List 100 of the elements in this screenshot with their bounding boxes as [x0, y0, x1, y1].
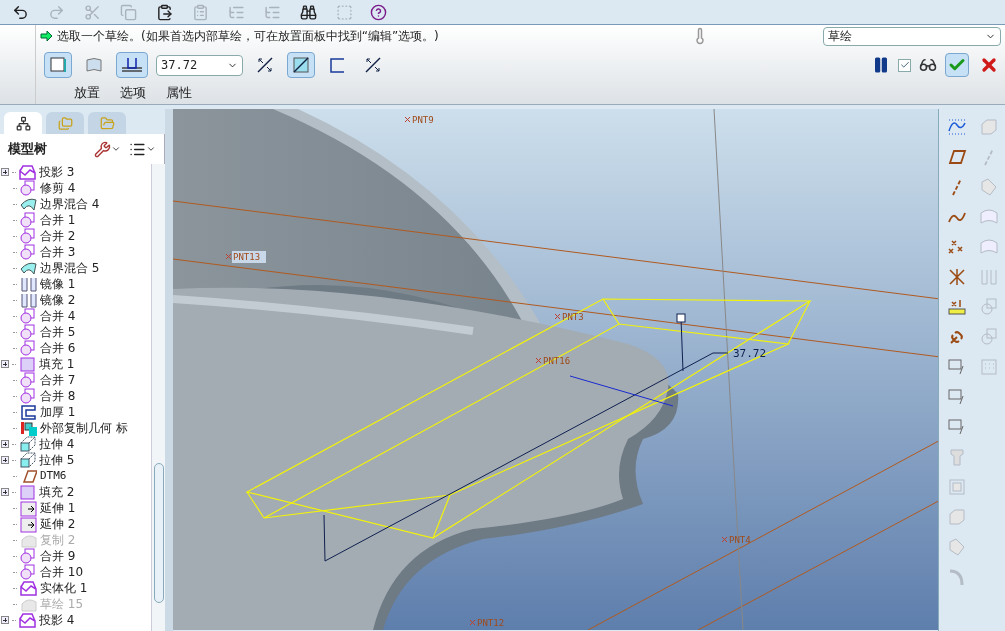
- tree-item[interactable]: 延伸 2: [0, 516, 151, 532]
- merge-feature-icon: [20, 387, 37, 405]
- thicken-icon: [328, 56, 346, 74]
- copy-geom-feature-icon: [20, 419, 37, 437]
- project-feature-icon: [19, 164, 36, 181]
- solid-toggle-button[interactable]: [44, 52, 72, 78]
- tree-item[interactable]: 合并 1: [0, 212, 151, 228]
- mirror-feature-icon: [20, 291, 37, 309]
- expand-icon[interactable]: [1, 360, 9, 368]
- help-icon: [369, 3, 387, 21]
- redo-icon: [47, 3, 65, 21]
- tree-item[interactable]: 延伸 1: [0, 500, 151, 516]
- settings-icon[interactable]: [94, 140, 111, 158]
- merge-feature-icon: [20, 243, 37, 261]
- analysis-icon: [947, 297, 967, 317]
- tree-item[interactable]: 边界混合 4: [0, 196, 151, 212]
- prompt-message: 选取一个草绘。(如果首选内部草绘，可在放置面板中找到“编辑”选项。): [57, 28, 439, 45]
- panel-tab[interactable]: 选项: [120, 83, 146, 103]
- expand-icon[interactable]: [1, 168, 9, 176]
- tree-item[interactable]: 合并 7: [0, 372, 151, 388]
- tree-item[interactable]: 合并 6: [0, 340, 151, 356]
- plane-icon: [947, 147, 967, 167]
- confirm-button[interactable]: [945, 53, 969, 77]
- merge-feature-icon: [20, 307, 37, 325]
- check-icon: [899, 60, 910, 70]
- tree-item[interactable]: 投影 3: [0, 164, 151, 180]
- tree-item[interactable]: 边界混合 5: [0, 260, 151, 276]
- surface-icon: [85, 56, 103, 74]
- depth-field[interactable]: 37.72: [156, 54, 243, 76]
- merge-feature-icon: [20, 339, 37, 357]
- curve-icon: [947, 117, 967, 137]
- close-icon: [979, 55, 999, 75]
- dropdown-caret-icon[interactable]: [146, 144, 156, 154]
- mirror-icon: [979, 267, 999, 287]
- depth-toggle-button[interactable]: [116, 52, 148, 78]
- csys-icon: [947, 267, 967, 287]
- flip-icon: [364, 56, 382, 74]
- flip-icon: [256, 56, 274, 74]
- tree-item[interactable]: 合并 5: [0, 324, 151, 340]
- expand-icon[interactable]: [1, 440, 9, 448]
- find-icon: [299, 3, 317, 21]
- shell-icon: [947, 477, 967, 497]
- tree-item[interactable]: 合并 2: [0, 228, 151, 244]
- paste-icon: [155, 3, 173, 21]
- tree-item[interactable]: 加厚 1: [0, 404, 151, 420]
- dropdown-caret-icon[interactable]: [111, 144, 121, 154]
- tree-item[interactable]: 拉伸 4: [0, 436, 151, 452]
- tree-item[interactable]: 修剪 4: [0, 180, 151, 196]
- glasses-icon[interactable]: [919, 56, 937, 74]
- dimension-value[interactable]: 37.72: [733, 347, 767, 360]
- fill-feature-icon: [19, 355, 36, 373]
- tree-item[interactable]: 镜像 2: [0, 292, 151, 308]
- favorites-tab[interactable]: [88, 112, 126, 134]
- select-box-icon: [335, 3, 353, 21]
- merge-feature-icon: [20, 371, 37, 389]
- merge-feature-icon: [20, 563, 37, 581]
- tree-item[interactable]: 拉伸 5: [0, 452, 151, 468]
- expand-icon[interactable]: [1, 488, 9, 496]
- tree-item[interactable]: 填充 2: [0, 484, 151, 500]
- folder-icon: [99, 115, 115, 131]
- panel-tab[interactable]: 放置: [74, 83, 100, 103]
- type-select[interactable]: 草绘: [823, 26, 1001, 46]
- tree-item[interactable]: 合并 10: [0, 564, 151, 580]
- datum-point-label[interactable]: PNT13: [232, 251, 266, 263]
- point-marker-icon: [404, 116, 411, 123]
- mirror-feature-icon: [20, 275, 37, 293]
- extrude-feature-icon: [19, 435, 36, 453]
- expand-icon[interactable]: [1, 456, 9, 464]
- remove-toggle-button[interactable]: [287, 52, 315, 78]
- tree-item[interactable]: 投影 4: [0, 612, 151, 628]
- datum-point-label[interactable]: PNT9: [412, 115, 434, 125]
- tree-item[interactable]: 合并 8: [0, 388, 151, 404]
- tree-item[interactable]: 镜像 1: [0, 276, 151, 292]
- trim-feature-icon: [20, 179, 37, 197]
- pause-icon[interactable]: [872, 56, 890, 74]
- folder-icon: [57, 115, 73, 131]
- tree-item[interactable]: 实体化 1: [0, 580, 151, 596]
- arrow-icon: [40, 30, 53, 42]
- tree-item[interactable]: 合并 4: [0, 308, 151, 324]
- copy-icon: [119, 3, 137, 21]
- merge-feature-icon: [20, 227, 37, 245]
- undo-icon: [11, 3, 29, 21]
- tree-tab[interactable]: [4, 112, 42, 134]
- expand-icon[interactable]: [1, 616, 9, 624]
- point-marker-icon: [225, 253, 232, 260]
- tree-item[interactable]: 外部复制几何 标: [0, 420, 151, 436]
- surface-icon: [979, 207, 999, 227]
- point-marker-icon: [721, 536, 728, 543]
- solidify-feature-icon: [20, 579, 37, 597]
- surface-icon: [979, 237, 999, 257]
- pattern-icon: [979, 357, 999, 377]
- tree-item[interactable]: DTM6: [0, 468, 151, 484]
- tree-item[interactable]: 合并 9: [0, 548, 151, 564]
- point-marker-icon: [554, 313, 561, 320]
- extrude-feature-icon: [19, 451, 36, 469]
- preview-checkbox[interactable]: [898, 58, 911, 72]
- panel-tab[interactable]: 属性: [166, 83, 192, 103]
- tree-item[interactable]: 合并 3: [0, 244, 151, 260]
- tree-item[interactable]: 填充 1: [0, 356, 151, 372]
- solid-icon: [49, 56, 67, 74]
